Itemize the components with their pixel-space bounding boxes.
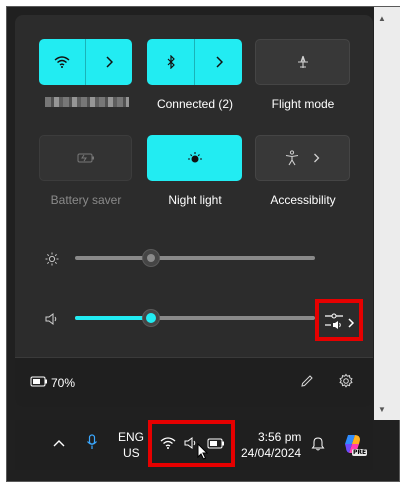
brightness-slider-thumb[interactable] <box>142 249 160 267</box>
tile-wifi[interactable] <box>39 39 132 85</box>
tile-label-bluetooth: Connected (2) <box>156 97 234 111</box>
clock-date[interactable]: 24/04/2024 <box>241 446 301 460</box>
battery-percent: 70% <box>51 376 76 390</box>
system-tray-highlight <box>148 420 235 467</box>
gear-icon[interactable] <box>338 373 354 389</box>
pencil-icon[interactable] <box>299 373 315 389</box>
clock-time[interactable]: 3:56 pm <box>258 430 301 444</box>
tile-bluetooth[interactable] <box>147 39 242 85</box>
microphone-icon[interactable] <box>84 433 100 451</box>
volume-slider-fill <box>75 316 151 320</box>
wifi-network-name-blurred <box>45 97 129 107</box>
wifi-icon[interactable] <box>39 39 85 85</box>
tile-label-accessibility: Accessibility <box>270 193 336 207</box>
tile-battery-saver[interactable] <box>39 135 132 181</box>
tile-label-flight-mode: Flight mode <box>271 97 335 111</box>
accessibility-chevron-icon <box>313 153 320 163</box>
language-indicator-line1[interactable]: ENG <box>118 430 144 444</box>
tile-night-light[interactable] <box>147 135 242 181</box>
wifi-chevron-icon[interactable] <box>86 39 132 85</box>
copilot-preview-badge: PRE <box>352 449 368 456</box>
battery-icon <box>30 375 48 387</box>
tile-accessibility[interactable] <box>255 135 350 181</box>
scroll-up-arrow-icon[interactable]: ▲ <box>378 14 386 23</box>
volume-slider-thumb[interactable] <box>142 309 160 327</box>
night-light-icon <box>187 150 203 166</box>
bell-icon[interactable] <box>310 435 326 451</box>
airplane-icon <box>295 55 311 69</box>
scrollbar[interactable] <box>374 7 400 420</box>
brightness-slider-track[interactable] <box>75 256 315 260</box>
tile-flight-mode[interactable] <box>255 39 350 85</box>
speaker-icon[interactable] <box>44 312 60 326</box>
volume-mixer-highlight <box>315 299 363 341</box>
bluetooth-icon[interactable] <box>147 39 194 85</box>
scroll-down-arrow-icon[interactable]: ▼ <box>378 405 386 414</box>
tile-label-battery-saver: Battery saver <box>50 193 122 207</box>
tile-label-night-light: Night light <box>168 193 222 207</box>
brightness-icon <box>44 252 60 266</box>
accessibility-icon <box>285 150 299 166</box>
chevron-up-icon[interactable] <box>52 436 66 450</box>
battery-saver-icon <box>77 153 95 163</box>
bluetooth-chevron-icon[interactable] <box>195 39 242 85</box>
language-indicator-line2[interactable]: US <box>123 446 140 460</box>
